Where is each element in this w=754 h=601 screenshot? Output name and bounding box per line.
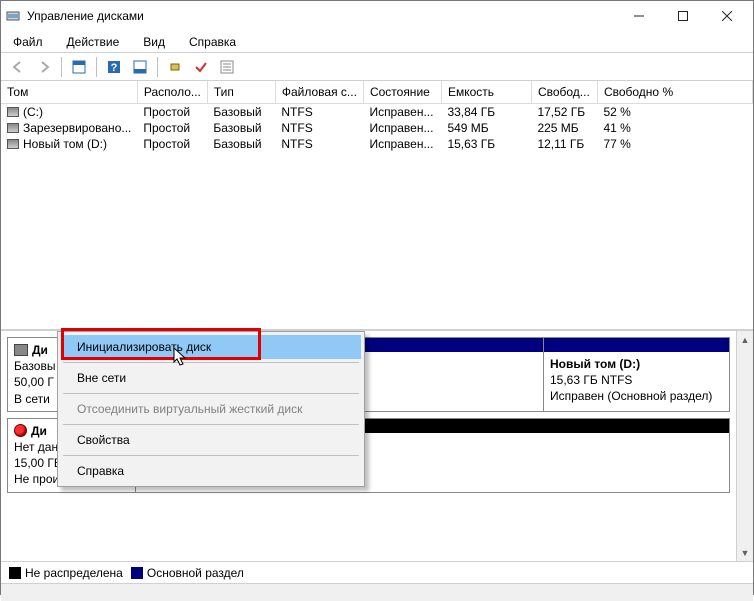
col-type[interactable]: Тип xyxy=(207,81,275,103)
close-button[interactable] xyxy=(705,1,749,31)
col-freepct[interactable]: Свободно % xyxy=(597,81,752,103)
svg-text:?: ? xyxy=(111,62,118,74)
scroll-down-button[interactable]: ▼ xyxy=(737,544,753,561)
col-status[interactable]: Состояние xyxy=(363,81,441,103)
col-layout[interactable]: Располо... xyxy=(137,81,207,103)
toolbar: ? xyxy=(1,53,753,81)
maximize-button[interactable] xyxy=(661,1,705,31)
list-button[interactable] xyxy=(216,56,238,78)
context-menu: Инициализировать диск Вне сети Отсоедини… xyxy=(57,331,365,487)
menubar: Файл Действие Вид Справка xyxy=(1,31,753,53)
scroll-up-button[interactable]: ▲ xyxy=(737,331,753,348)
col-volume[interactable]: Том xyxy=(1,81,137,103)
volume-icon xyxy=(7,107,19,117)
vertical-scrollbar[interactable]: ▲ ▼ xyxy=(736,331,753,561)
volume-row[interactable]: (C:) Простой Базовый NTFS Исправен... 33… xyxy=(1,103,753,120)
disk-icon xyxy=(14,344,28,356)
check-button[interactable] xyxy=(190,56,212,78)
volume-icon xyxy=(7,123,19,133)
col-free[interactable]: Свобод... xyxy=(531,81,597,103)
legend-swatch-primary xyxy=(131,567,143,579)
disk-error-icon xyxy=(14,424,27,437)
menu-action[interactable]: Действие xyxy=(63,33,124,51)
menu-file[interactable]: Файл xyxy=(9,33,47,51)
volume-icon xyxy=(7,139,19,149)
view-bottom-button[interactable] xyxy=(129,56,151,78)
menu-view[interactable]: Вид xyxy=(139,33,169,51)
action-button[interactable] xyxy=(164,56,186,78)
back-button[interactable] xyxy=(7,56,29,78)
app-icon xyxy=(5,8,21,24)
ctx-help[interactable]: Справка xyxy=(61,459,361,483)
volume-row[interactable]: Новый том (D:) Простой Базовый NTFS Испр… xyxy=(1,136,753,152)
partition[interactable]: Новый том (D:) 15,63 ГБ NTFS Исправен (О… xyxy=(544,338,729,411)
minimize-button[interactable] xyxy=(617,1,661,31)
statusbar xyxy=(1,583,753,601)
menu-help[interactable]: Справка xyxy=(185,33,240,51)
ctx-detach-vhd[interactable]: Отсоединить виртуальный жесткий диск xyxy=(61,397,361,421)
window-title: Управление дисками xyxy=(27,9,617,23)
help-button[interactable]: ? xyxy=(103,56,125,78)
ctx-properties[interactable]: Свойства xyxy=(61,428,361,452)
ctx-separator xyxy=(63,424,359,425)
ctx-separator xyxy=(63,393,359,394)
col-filesys[interactable]: Файловая с... xyxy=(275,81,363,103)
titlebar: Управление дисками xyxy=(1,1,753,31)
forward-button[interactable] xyxy=(33,56,55,78)
ctx-separator xyxy=(63,362,359,363)
partition-stripe xyxy=(544,338,729,352)
col-capacity[interactable]: Емкость xyxy=(441,81,531,103)
ctx-separator xyxy=(63,455,359,456)
legend: Не распределена Основной раздел xyxy=(1,561,753,583)
ctx-initialize-disk[interactable]: Инициализировать диск xyxy=(61,335,361,359)
ctx-offline[interactable]: Вне сети xyxy=(61,366,361,390)
column-header-row[interactable]: Том Располо... Тип Файловая с... Состоян… xyxy=(1,81,753,103)
view-top-button[interactable] xyxy=(68,56,90,78)
volume-list[interactable]: Том Располо... Тип Файловая с... Состоян… xyxy=(1,81,753,331)
legend-swatch-unalloc xyxy=(9,567,21,579)
volume-row[interactable]: Зарезервировано... Простой Базовый NTFS … xyxy=(1,120,753,136)
